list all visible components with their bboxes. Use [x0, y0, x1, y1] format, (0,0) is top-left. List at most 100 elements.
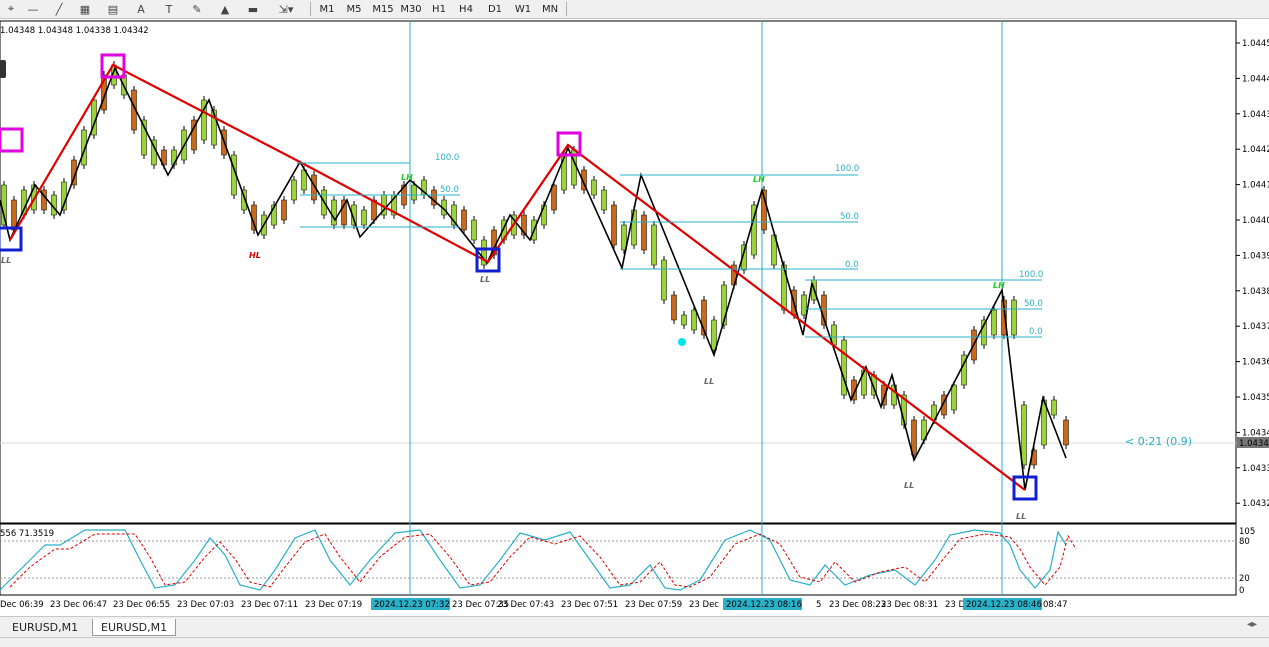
timeframe-m15[interactable]: M15: [370, 0, 396, 18]
stochastic-main-line: [0, 529, 1067, 591]
swing-label-lh: LH: [401, 173, 413, 182]
candlestick: [281, 199, 287, 221]
price-axis-label: 1.0432: [1242, 499, 1269, 509]
time-axis-label: 23 Dec 06:47: [50, 600, 107, 610]
candlestick: [951, 384, 957, 411]
candlestick: [611, 204, 617, 246]
price-axis-label: 1.0443: [1242, 110, 1269, 120]
time-axis-label: 23 Dec 07:43: [497, 600, 554, 610]
candlestick: [411, 184, 417, 201]
swing-label-ll: LL: [1016, 512, 1026, 521]
fib-level-label: 0.0: [1029, 327, 1043, 337]
fib-level-label: 50.0: [440, 185, 459, 195]
cursor-icon[interactable]: ⌖: [0, 0, 22, 18]
stoch-axis-label: 105: [1239, 527, 1255, 537]
candlestick: [691, 309, 697, 331]
trendline-icon[interactable]: ╱: [48, 0, 70, 18]
time-axis-label: 23 Dec 07:03: [177, 600, 234, 610]
price-axis-label: 1.0437: [1242, 322, 1269, 332]
toolbar-separator: [310, 2, 311, 16]
swing-label-ll: LL: [480, 275, 490, 284]
price-chart[interactable]: 1.0445 1.0444 1.0443 1.0442 1.0441 1.0440 1.04…: [0, 19, 1269, 616]
zigzag-black-line: [0, 65, 1067, 491]
pencil-icon[interactable]: ✎: [186, 0, 208, 18]
price-axis-label: 1.0435: [1242, 393, 1269, 403]
price-axis-label: 1.0444: [1242, 74, 1269, 84]
timeframe-mn[interactable]: MN: [537, 0, 563, 18]
rectangle-icon[interactable]: ▬: [242, 0, 264, 18]
time-highlight-label: 2024.12.23 07:32: [374, 600, 450, 610]
time-axis-label: Dec 06:39: [0, 600, 44, 610]
candlestick: [641, 214, 647, 251]
fib-fan-icon[interactable]: ▤: [102, 0, 124, 18]
time-highlight-label: 2024.12.23 08:16: [726, 600, 802, 610]
triangle-icon[interactable]: ▲: [214, 0, 236, 18]
candlestick: [331, 199, 337, 226]
candlestick: [291, 179, 297, 201]
timeframe-h1[interactable]: H1: [426, 0, 452, 18]
time-axis-label: 23 Dec 06:55: [113, 600, 170, 610]
candlestick: [361, 209, 367, 226]
left-marker: [0, 60, 6, 78]
candlestick: [1021, 404, 1027, 466]
swing-label-lh: LH: [753, 175, 765, 184]
text-icon[interactable]: A: [130, 0, 152, 18]
tab-eurusd-m1-first[interactable]: EURUSD,M1: [4, 619, 86, 635]
candlestick: [991, 309, 997, 336]
time-axis-label: 23 Dec: [689, 600, 719, 610]
time-axis-label: 23 Dec 07:19: [305, 600, 362, 610]
time-axis-label: 23 Dec 07:59: [625, 600, 682, 610]
text-label-icon[interactable]: T: [158, 0, 180, 18]
bar-countdown: < 0:21 (0.9): [1125, 435, 1192, 448]
signal-dot: [678, 338, 686, 346]
timeframe-h4[interactable]: H4: [453, 0, 479, 18]
time-axis-label: 23 Dec 08:23: [829, 600, 886, 610]
candlestick: [471, 219, 477, 241]
fib-level-label: 50.0: [840, 212, 859, 222]
timeframe-d1[interactable]: D1: [482, 0, 508, 18]
tabs-scroll-icon[interactable]: ◂▸: [1247, 619, 1257, 630]
price-axis-label: 1.0441: [1242, 181, 1269, 191]
stoch-axis-label: 20: [1239, 574, 1250, 584]
candlestick: [461, 209, 467, 231]
candlestick: [1011, 299, 1017, 336]
timeframe-w1[interactable]: W1: [510, 0, 536, 18]
timeframe-m1[interactable]: M1: [314, 0, 340, 18]
candlestick: [801, 294, 807, 316]
current-price-label: 1.0434: [1239, 439, 1269, 449]
candlestick: [711, 319, 717, 351]
candlestick: [551, 184, 557, 211]
tab-eurusd-m1-active[interactable]: EURUSD,M1: [92, 619, 177, 636]
time-axis-label: 08:47: [1043, 600, 1068, 610]
time-axis-label: 23 D: [945, 600, 966, 610]
price-axis-label: 1.0442: [1242, 145, 1269, 155]
candlestick: [911, 419, 917, 456]
stochastic-signal-line: [9, 533, 1077, 588]
candlestick: [671, 294, 677, 321]
toolbar: ⌖ — ╱ ▦ ▤ A T ✎ ▲ ▬ ⇲▾ M1 M5 M15 M30 H1 …: [0, 0, 1269, 19]
candlestick: [1051, 399, 1057, 416]
time-axis-label: 5: [816, 600, 821, 610]
price-axis-label: 1.0439: [1242, 251, 1269, 261]
price-axis-label: 1.0436: [1242, 358, 1269, 368]
time-axis-label: 23 Dec 07:11: [241, 600, 298, 610]
candlestick: [661, 259, 667, 301]
candlestick: [651, 224, 657, 266]
fib-level-label: 100.0: [1019, 270, 1043, 280]
main-plot-frame: [0, 20, 1237, 524]
arrows-icon[interactable]: ⇲▾: [270, 0, 302, 18]
fib-level-label: 50.0: [1024, 299, 1043, 309]
stochastic-readout: 556 71.3519: [0, 529, 55, 539]
time-axis-label: 23 Dec 08:31: [881, 600, 938, 610]
zigzag-red-line: [9, 63, 1026, 491]
candlestick: [681, 314, 687, 326]
time-highlight-label: 2024.12.23 08:46: [966, 600, 1042, 610]
horizontal-line-icon[interactable]: —: [22, 0, 44, 18]
fibonacci-icon[interactable]: ▦: [74, 0, 96, 18]
price-axis-label: 1.0434: [1242, 428, 1269, 438]
toolbar-separator: [566, 2, 567, 16]
timeframe-m30[interactable]: M30: [398, 0, 424, 18]
timeframe-m5[interactable]: M5: [341, 0, 367, 18]
price-axis-label: 1.0433: [1242, 464, 1269, 474]
swing-high-box: [0, 127, 24, 153]
